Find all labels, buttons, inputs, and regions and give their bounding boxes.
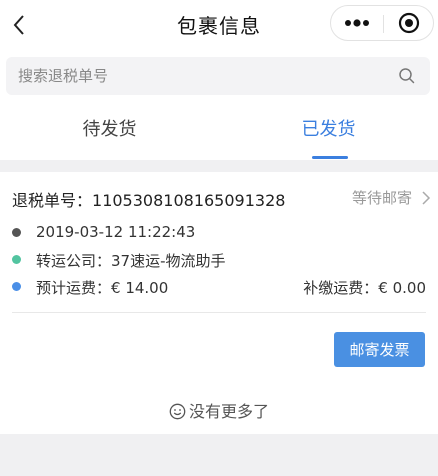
tab-pending-shipment[interactable]: 待发货	[0, 104, 219, 160]
estimated-fee: 预计运费：€ 14.00	[36, 277, 168, 298]
smile-icon	[169, 403, 186, 420]
chevron-right-icon	[422, 191, 431, 205]
package-card: 退税单号：1105308108165091328 等待邮寄 2019-03-12…	[0, 172, 438, 434]
mini-program-capsule	[330, 5, 434, 41]
search-box	[6, 57, 430, 95]
search-icon[interactable]	[398, 67, 416, 85]
company-dot-icon	[12, 255, 21, 264]
status-badge: 等待邮寄	[351, 189, 412, 207]
package-info-page: 包裹信息 搜索退税单号 待发货 已发货 退税单号：110530810816509…	[0, 0, 438, 476]
estimated-fee-label: 预计运费：	[36, 279, 112, 297]
search-area	[0, 50, 438, 104]
search-input[interactable]	[18, 57, 388, 95]
estimated-fee-value: € 14.00	[111, 279, 169, 297]
ship-datetime: 2019-03-12 11:22:43	[36, 223, 196, 241]
clock-dot-icon	[12, 228, 21, 237]
more-button[interactable]	[331, 6, 383, 40]
no-more-message: 没有更多了	[0, 398, 438, 422]
divider	[12, 312, 426, 313]
fee-dot-icon	[12, 282, 21, 291]
extra-fee-value: € 0.00	[378, 279, 426, 297]
active-tab-indicator	[312, 156, 348, 159]
tab-shipped[interactable]: 已发货	[219, 104, 438, 160]
order-number: 退税单号：1105308108165091328	[12, 187, 285, 211]
extra-fee: 补缴运费：€ 0.00	[303, 277, 426, 298]
target-close-icon	[398, 12, 420, 34]
company-info: 转运公司：37速运-物流助手	[36, 250, 226, 271]
company-label: 转运公司：	[36, 252, 112, 270]
close-button[interactable]	[384, 6, 434, 40]
fee-row: 预计运费：€ 14.00 补缴运费：€ 0.00	[12, 276, 426, 298]
company-row: 转运公司：37速运-物流助手	[12, 249, 426, 271]
order-number-value: 1105308108165091328	[92, 191, 286, 210]
more-dots-icon	[345, 19, 369, 27]
time-row: 2019-03-12 11:22:43	[12, 222, 426, 244]
mail-invoice-button[interactable]: 邮寄发票	[334, 332, 425, 367]
extra-fee-label: 补缴运费：	[303, 279, 379, 297]
order-number-label: 退税单号：	[12, 191, 93, 210]
navigation-bar: 包裹信息	[0, 0, 438, 50]
tab-bar: 待发货 已发货	[0, 104, 438, 160]
order-number-row[interactable]: 退税单号：1105308108165091328 等待邮寄	[12, 184, 432, 212]
no-more-text: 没有更多了	[188, 402, 269, 421]
company-value: 37速运-物流助手	[111, 252, 226, 270]
